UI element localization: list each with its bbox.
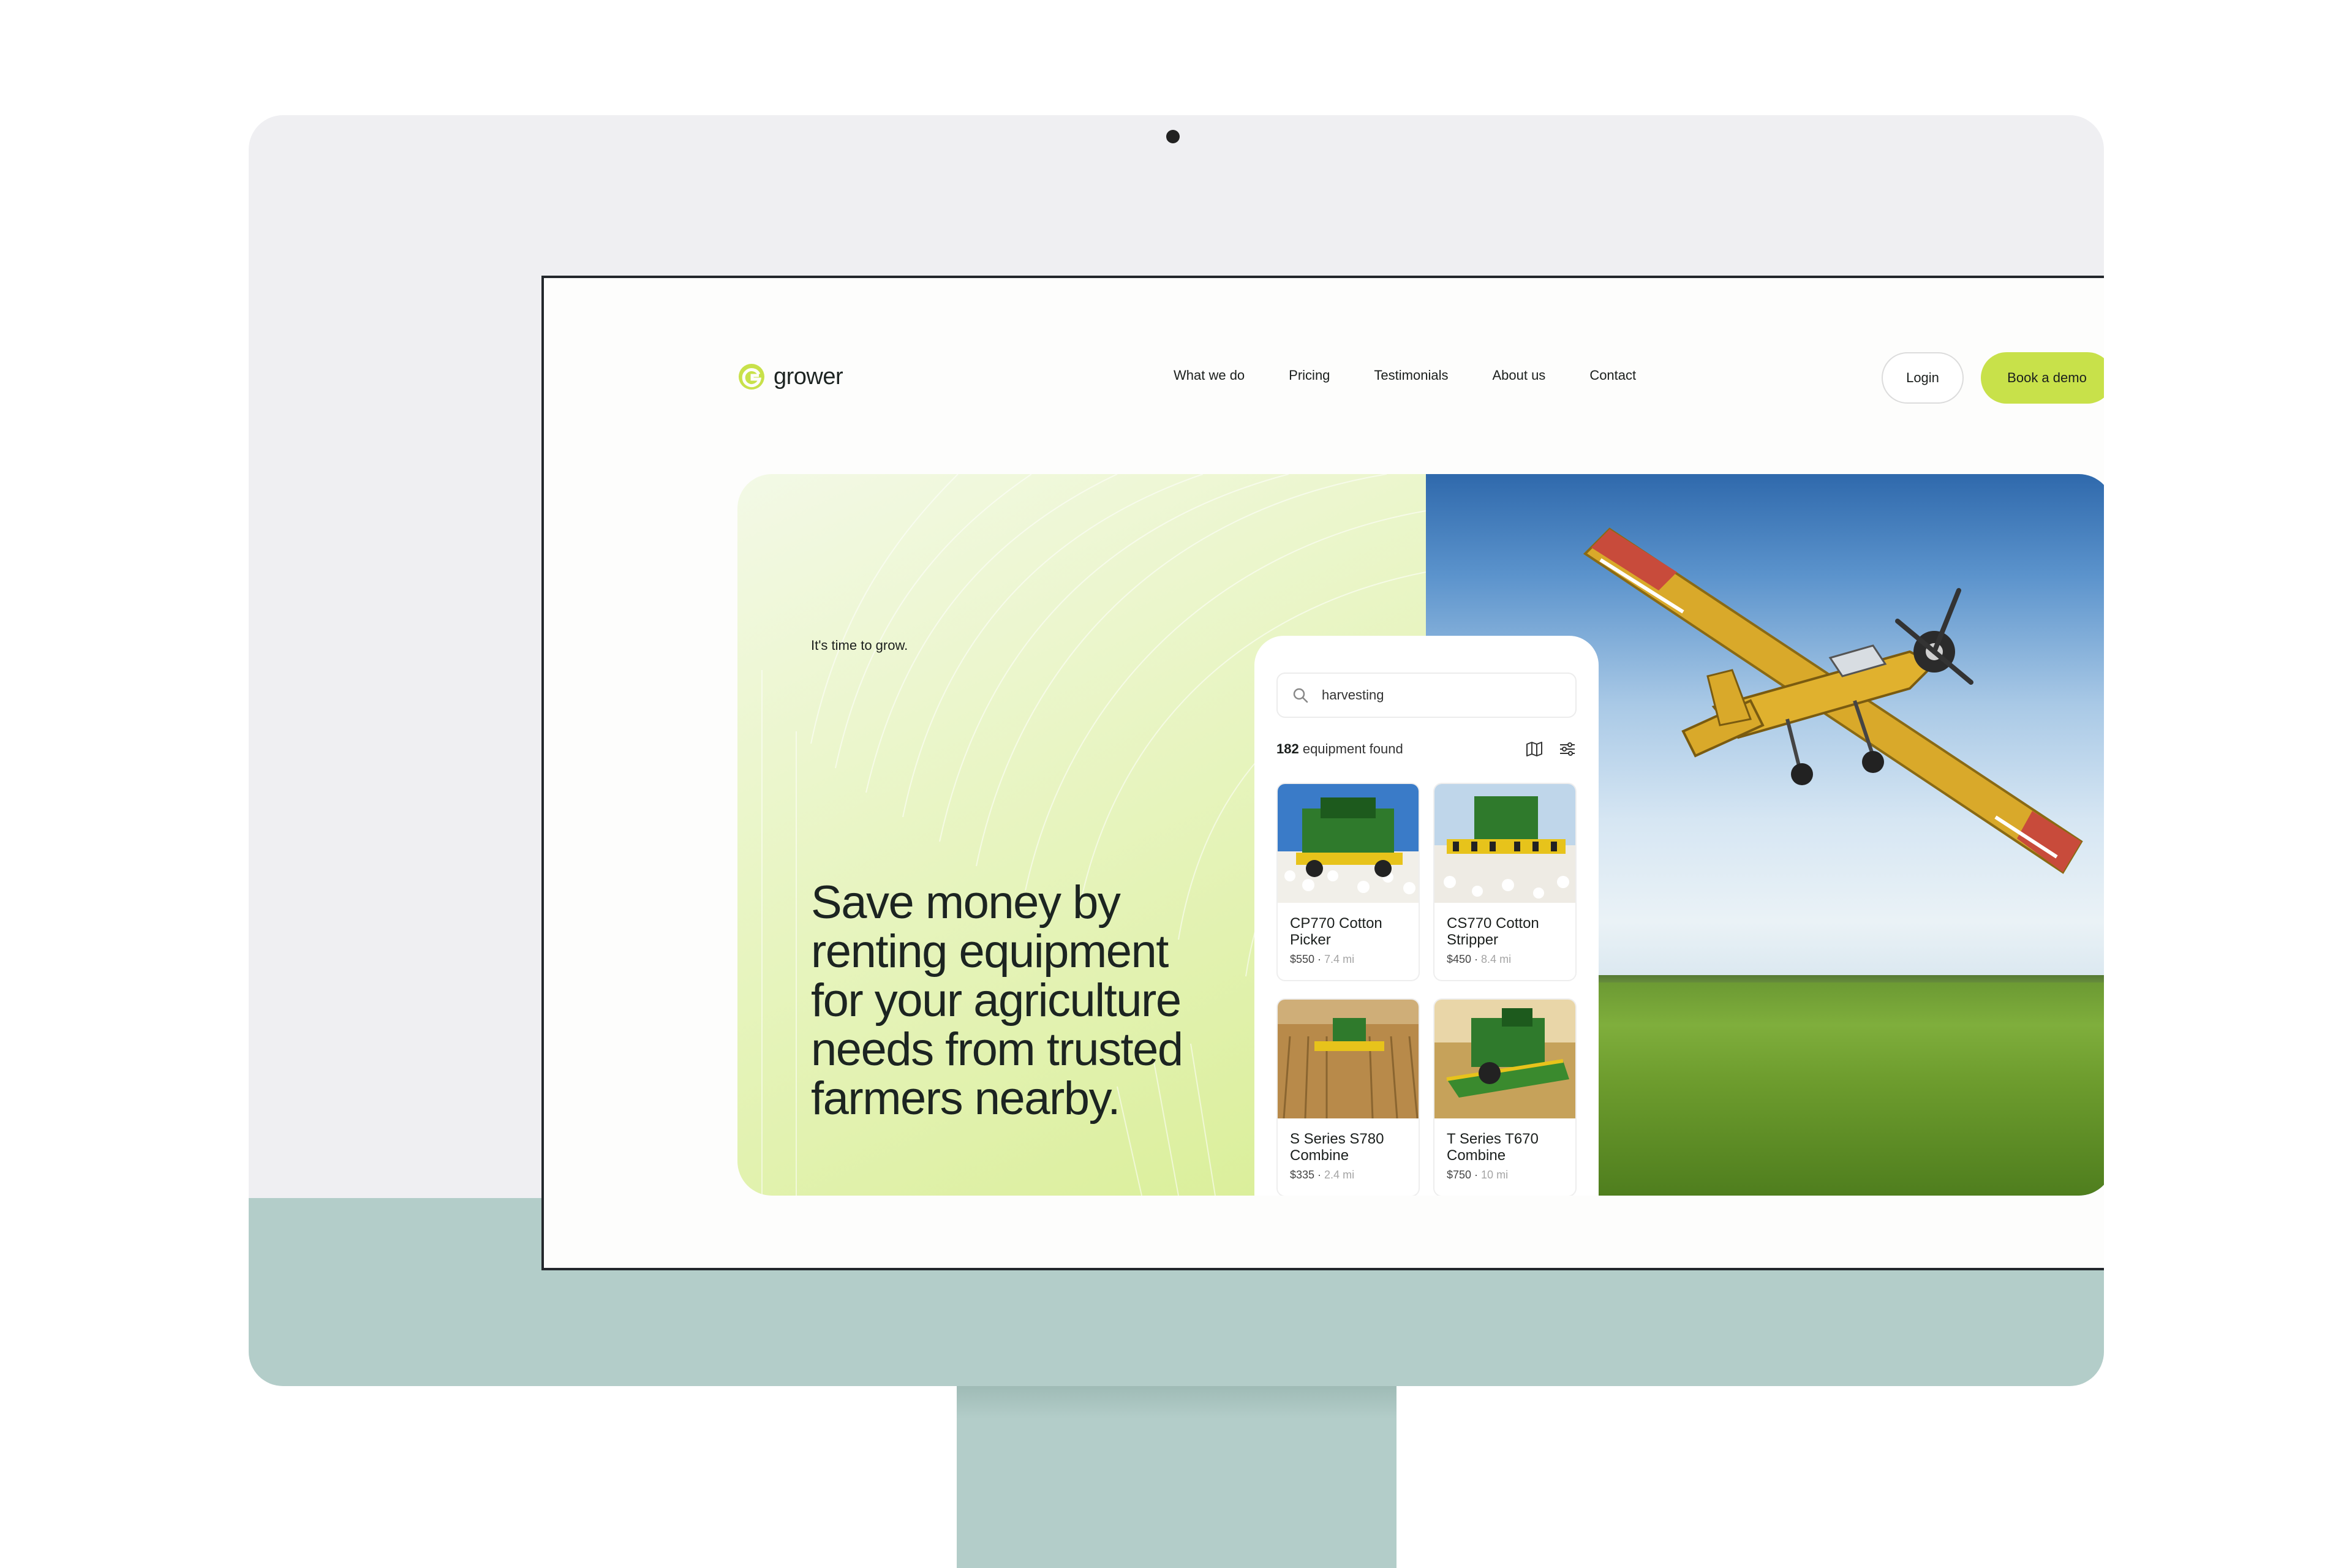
- equipment-meta: $450 · 8.4 mi: [1447, 953, 1512, 965]
- nav-pricing[interactable]: Pricing: [1289, 368, 1330, 383]
- search-input[interactable]: [1322, 687, 1555, 703]
- book-demo-button[interactable]: Book a demo: [1981, 352, 2104, 404]
- nav-what-we-do[interactable]: What we do: [1174, 368, 1245, 383]
- nav-about-us[interactable]: About us: [1492, 368, 1545, 383]
- results-label: equipment found: [1298, 741, 1403, 756]
- search-card: 182 equipment found: [1254, 636, 1599, 1196]
- equipment-name: CP770 Cotton Picker: [1290, 915, 1382, 948]
- hero: It's time to grow. Save money by renting…: [737, 474, 2104, 1196]
- logo-mark-icon: [739, 364, 764, 390]
- equipment-name: T Series T670 Combine: [1447, 1131, 1539, 1164]
- equipment-card-s780[interactable]: S Series S780 Combine $335 · 2.4 mi: [1276, 998, 1420, 1196]
- main-nav: What we do Pricing Testimonials About us…: [1174, 368, 1636, 383]
- logo[interactable]: grower: [737, 362, 843, 391]
- hero-tagline: It's time to grow.: [811, 638, 908, 653]
- cp770-cotton-picker-image: [1278, 784, 1419, 903]
- search-icon: [1293, 688, 1308, 703]
- equipment-distance: 10 mi: [1481, 1169, 1509, 1181]
- s780-combine-image: [1278, 1000, 1419, 1118]
- equipment-meta: $335 · 2.4 mi: [1290, 1169, 1355, 1181]
- equipment-meta: $550 · 7.4 mi: [1290, 953, 1355, 965]
- equipment-meta: $750 · 10 mi: [1447, 1169, 1509, 1181]
- equipment-price: $550: [1290, 953, 1315, 965]
- equipment-distance: 8.4 mi: [1481, 953, 1512, 965]
- logo-text: grower: [774, 363, 843, 390]
- imac-frame: grower What we do Pricing Testimonials A…: [249, 115, 2104, 1386]
- equipment-distance: 2.4 mi: [1324, 1169, 1355, 1181]
- filter-icon[interactable]: [1558, 740, 1577, 758]
- t670-combine-image: [1434, 1000, 1575, 1118]
- equipment-price: $335: [1290, 1169, 1315, 1181]
- cs770-cotton-stripper-image: [1434, 784, 1575, 903]
- equipment-distance: 7.4 mi: [1324, 953, 1355, 965]
- equipment-price: $750: [1447, 1169, 1472, 1181]
- equipment-card-cp770[interactable]: CP770 Cotton Picker $550 · 7.4 mi: [1276, 783, 1420, 981]
- screen: grower What we do Pricing Testimonials A…: [541, 276, 2104, 1270]
- nav-testimonials[interactable]: Testimonials: [1374, 368, 1448, 383]
- login-button[interactable]: Login: [1882, 352, 1964, 404]
- results-count: 182 equipment found: [1276, 741, 1403, 757]
- nav-contact[interactable]: Contact: [1589, 368, 1636, 383]
- equipment-name: S Series S780 Combine: [1290, 1131, 1384, 1164]
- equipment-card-t670[interactable]: T Series T670 Combine $750 · 10 mi: [1433, 998, 1577, 1196]
- equipment-card-cs770[interactable]: CS770 Cotton Stripper $450 · 8.4 mi: [1433, 783, 1577, 981]
- crop-duster-plane-image: [1583, 527, 2083, 874]
- equipment-name: CS770 Cotton Stripper: [1447, 915, 1539, 948]
- hero-headline: Save money by renting equipment for your…: [811, 876, 1183, 1125]
- results-number: 182: [1276, 741, 1299, 756]
- equipment-price: $450: [1447, 953, 1472, 965]
- search-box[interactable]: [1276, 673, 1577, 718]
- map-icon[interactable]: [1525, 740, 1544, 758]
- camera-icon: [1166, 130, 1180, 143]
- imac-stand: [957, 1386, 1396, 1568]
